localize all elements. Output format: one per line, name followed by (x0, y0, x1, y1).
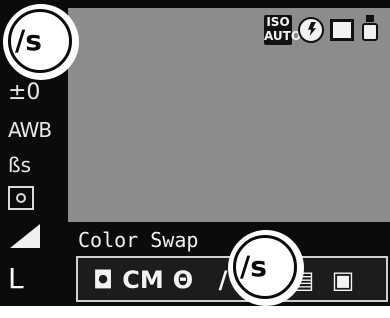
selected-mode-highlight[interactable]: ∕s (228, 230, 304, 306)
color-swap-icon: ∕s (240, 250, 267, 283)
dial-icon[interactable]: Θ (164, 264, 202, 296)
iso-label: ISO (266, 15, 290, 29)
camera-shake-body (362, 23, 378, 41)
current-mode-highlight[interactable]: ∕s (3, 4, 79, 80)
camera-screen: ±0 AWB ßs L ∕s ISO AUTO Color Swap ◘ CM (0, 0, 390, 306)
quality-icon[interactable] (8, 222, 42, 250)
flash-off-icon (298, 17, 324, 43)
my-colors-icon[interactable]: ßs (8, 153, 52, 177)
camera-shake-icon (360, 15, 380, 45)
exposure-compensation-icon[interactable]: ±0 (8, 80, 52, 105)
stitch-right-icon[interactable]: ▣ (324, 264, 362, 296)
mode-name-label: Color Swap (78, 228, 199, 252)
metering-icon[interactable] (8, 186, 34, 210)
image-size-icon[interactable]: L (8, 262, 52, 295)
drive-mode-icon (330, 19, 354, 41)
camera-icon[interactable]: ◘ (84, 264, 122, 296)
status-icons: ISO AUTO (264, 12, 380, 48)
camera-shake-top (366, 15, 374, 22)
iso-auto-icon: ISO AUTO (264, 15, 302, 45)
iso-auto-label: AUTO (264, 29, 302, 43)
white-balance-icon[interactable]: AWB (8, 118, 52, 142)
custom-mode-icon[interactable]: CM (122, 264, 164, 296)
color-swap-icon: ∕s (15, 24, 42, 57)
